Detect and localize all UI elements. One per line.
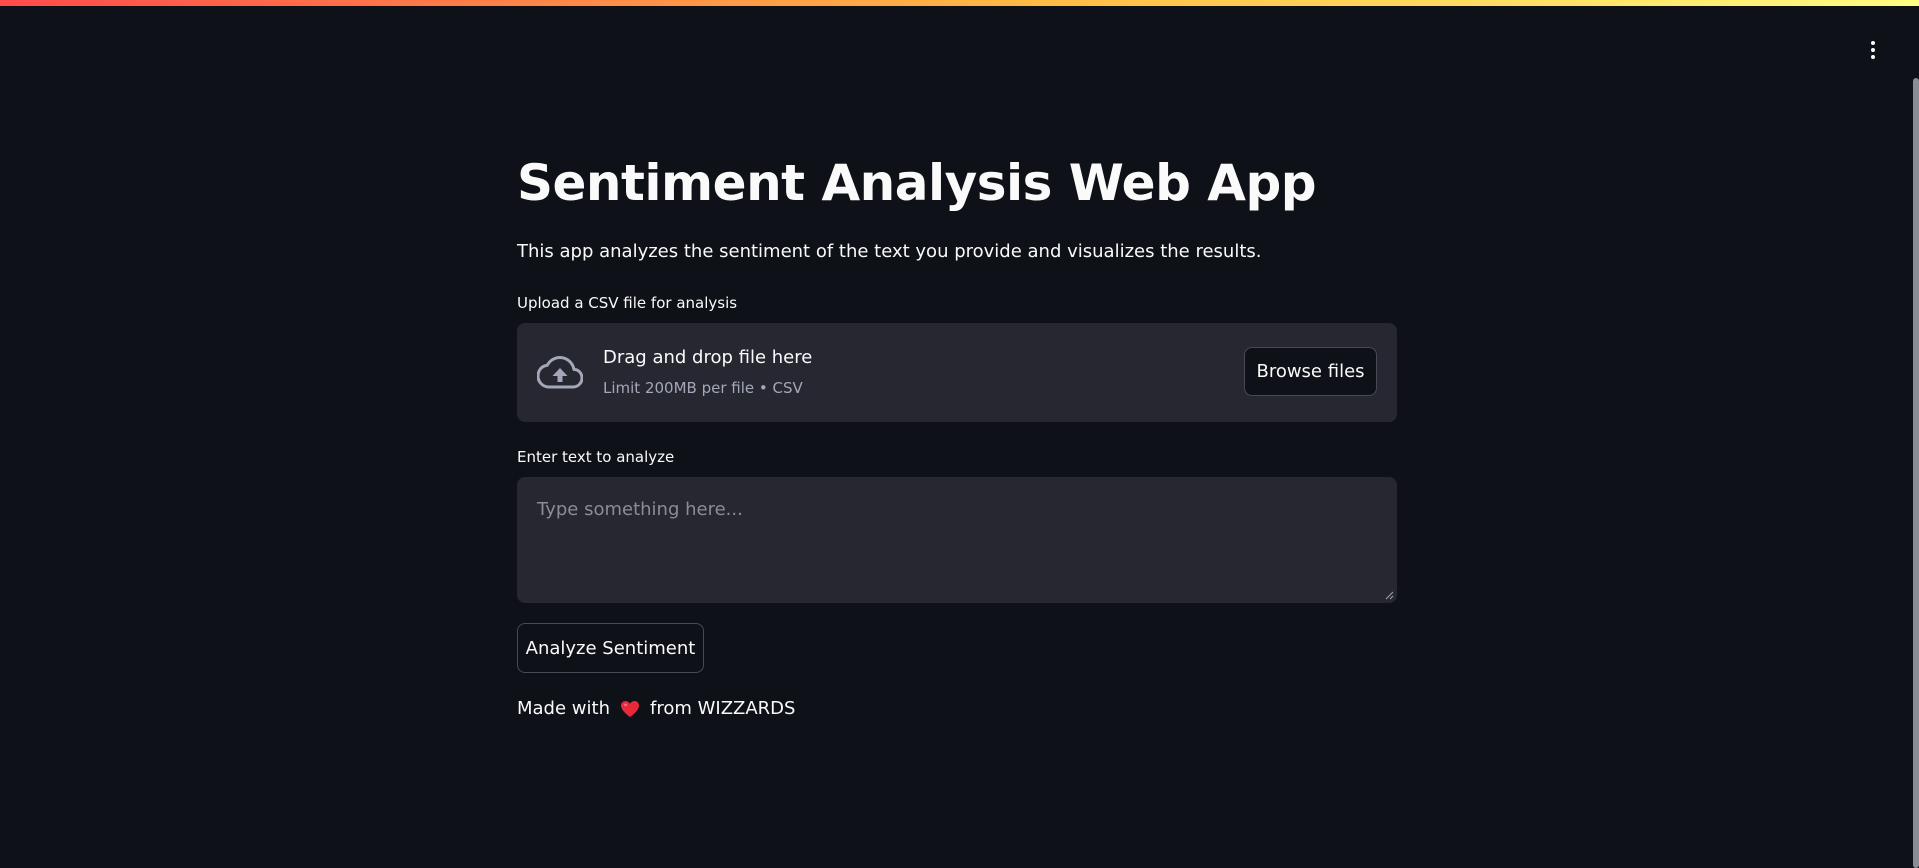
- cloud-upload-icon: [537, 356, 583, 389]
- footer-credits: Made with from WIZZARDS: [517, 696, 795, 722]
- kebab-menu-dot: [1871, 48, 1875, 52]
- browse-files-button[interactable]: Browse files: [1244, 347, 1377, 396]
- page-description: This app analyzes the sentiment of the t…: [517, 241, 1262, 262]
- footer-prefix: Made with: [517, 698, 610, 719]
- header-decoration-stripe: [0, 0, 1919, 6]
- file-dropzone[interactable]: Drag and drop file here Limit 200MB per …: [517, 323, 1397, 422]
- resize-handle-icon[interactable]: [1384, 590, 1394, 600]
- page-scrollbar[interactable]: [1913, 78, 1919, 868]
- text-input-label: Enter text to analyze: [517, 448, 675, 466]
- analyze-sentiment-button[interactable]: Analyze Sentiment: [517, 623, 704, 673]
- heart-icon: [620, 701, 639, 717]
- text-input-area[interactable]: [517, 477, 1397, 603]
- dropzone-limit-text: Limit 200MB per file • CSV: [603, 379, 803, 397]
- main-menu-button[interactable]: [1861, 38, 1885, 62]
- file-uploader-label: Upload a CSV file for analysis: [517, 294, 738, 312]
- text-input-container: [517, 477, 1397, 603]
- kebab-menu-dot: [1871, 55, 1875, 59]
- kebab-menu-icon: [1871, 41, 1875, 45]
- footer-suffix: from WIZZARDS: [649, 698, 796, 719]
- page-title: Sentiment Analysis Web App: [517, 154, 1317, 212]
- dropzone-instructions: Drag and drop file here: [603, 347, 813, 368]
